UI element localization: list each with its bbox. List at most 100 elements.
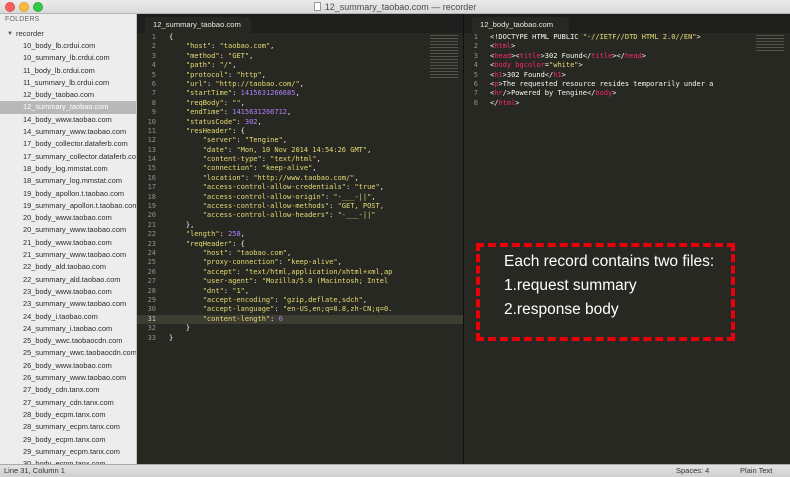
code-line[interactable]: 29 "accept-encoding": "gzip,deflate,sdch…: [137, 296, 463, 305]
code-line[interactable]: 12 "server": "Tengine",: [137, 136, 463, 145]
code-line[interactable]: 3 <head><title>302 Found</title></head>: [464, 52, 790, 61]
code-line[interactable]: 10 "statusCode": 302,: [137, 118, 463, 127]
sidebar-file-item[interactable]: 26_body_www.taobao.com: [0, 360, 136, 372]
code-line[interactable]: 23 "reqHeader": {: [137, 240, 463, 249]
sidebar-file-item[interactable]: 28_summary_ecpm.tanx.com: [0, 421, 136, 433]
code-line[interactable]: 3 "method": "GET",: [137, 52, 463, 61]
close-window-button[interactable]: [5, 2, 15, 12]
code-line[interactable]: 26 "accept": "text/html,application/xhtm…: [137, 268, 463, 277]
code-line[interactable]: 8 "reqBody": "",: [137, 99, 463, 108]
sidebar-file-item[interactable]: 10_summary_lb.crdui.com: [0, 52, 136, 64]
sidebar-file-item[interactable]: 29_body_ecpm.tanx.com: [0, 434, 136, 446]
sidebar-file-item[interactable]: 29_summary_ecpm.tanx.com: [0, 446, 136, 458]
code-line[interactable]: 15 "connection": "keep-alive",: [137, 164, 463, 173]
sidebar-file-item[interactable]: 17_summary_collector.dataferb.com: [0, 151, 136, 163]
sidebar-file-item[interactable]: 12_summary_taobao.com: [0, 101, 136, 114]
sidebar-file-item[interactable]: 21_summary_www.taobao.com: [0, 249, 136, 261]
sidebar-file-item[interactable]: 18_summary_log.mmstat.com: [0, 175, 136, 187]
code-token: "endTime": [185, 108, 224, 117]
code-line[interactable]: 19 "access-control-allow-methods": "GET,…: [137, 202, 463, 211]
minimize-window-button[interactable]: [19, 2, 29, 12]
sidebar-file-item[interactable]: 21_body_www.taobao.com: [0, 237, 136, 249]
code-token: "method": [185, 51, 220, 60]
sidebar-file-item[interactable]: 11_summary_lb.crdui.com: [0, 77, 136, 89]
code-line[interactable]: 4 "path": "/",: [137, 61, 463, 70]
code-line[interactable]: 9 "endTime": 1415631266712,: [137, 108, 463, 117]
code-line[interactable]: 2 "host": "taobao.com",: [137, 42, 463, 51]
minimap-right[interactable]: [756, 35, 784, 51]
code-line[interactable]: 28 "dnt": "1",: [137, 287, 463, 296]
sidebar-file-item[interactable]: 11_body_lb.crdui.com: [0, 65, 136, 77]
disclosure-arrow-icon[interactable]: ▼: [7, 31, 13, 37]
sidebar-file-item[interactable]: 25_summary_wwc.taobaocdn.com: [0, 347, 136, 359]
code-line[interactable]: 8 </html>: [464, 99, 790, 108]
sidebar-file-item[interactable]: 14_body_www.taobao.com: [0, 114, 136, 126]
code-token: >: [696, 33, 701, 41]
tab-summary-file[interactable]: 12_summary_taobao.com: [145, 17, 251, 33]
sidebar-file-item[interactable]: 23_summary_www.taobao.com: [0, 298, 136, 310]
code-line[interactable]: 5 "protocol": "http",: [137, 71, 463, 80]
editor-pane-left[interactable]: 12_summary_taobao.com 1{2 "host": "taoba…: [137, 14, 463, 464]
code-line[interactable]: 14 "content-type": "text/html",: [137, 155, 463, 164]
sidebar-file-item[interactable]: 23_body_www.taobao.com: [0, 286, 136, 298]
sidebar-file-item[interactable]: 25_body_wwc.taobaocdn.com: [0, 335, 136, 347]
code-line[interactable]: 21 },: [137, 221, 463, 230]
code-line[interactable]: 11 "resHeader": {: [137, 127, 463, 136]
code-line[interactable]: 4 <body bgcolor="white">: [464, 61, 790, 70]
sidebar-file-item[interactable]: 10_body_lb.crdui.com: [0, 40, 136, 52]
sidebar-file-item[interactable]: 18_body_log.mmstat.com: [0, 163, 136, 175]
line-number: 26: [147, 267, 156, 276]
code-token: :: [223, 286, 233, 295]
code-line[interactable]: 32 }: [137, 324, 463, 333]
code-line[interactable]: 24 "host": "taobao.com",: [137, 249, 463, 258]
code-line[interactable]: 1 <!DOCTYPE HTML PUBLIC "-//IETF//DTD HTM…: [464, 33, 790, 42]
code-line[interactable]: 5 <h1>302 Found</h1>: [464, 71, 790, 80]
code-line[interactable]: 30 "accept-language": "en-US,en;q=0.8,zh…: [137, 305, 463, 314]
code-line[interactable]: 27 "user-agent": "Mozilla/5.0 (Macintosh…: [137, 277, 463, 286]
code-text: <p>The requested resource resides tempor…: [490, 80, 713, 89]
code-token: "text/html": [270, 155, 317, 164]
code-line[interactable]: 18 "access-control-allow-origin": "-___-…: [137, 193, 463, 202]
code-line[interactable]: 20 "access-control-allow-headers": "-___…: [137, 211, 463, 220]
sidebar-file-item[interactable]: 24_summary_i.taobao.com: [0, 323, 136, 335]
indentation-setting[interactable]: Spaces: 4: [676, 465, 709, 477]
sidebar-file-item[interactable]: 14_summary_www.taobao.com: [0, 126, 136, 138]
sidebar-file-item[interactable]: 27_summary_cdn.tanx.com: [0, 397, 136, 409]
code-line[interactable]: 33}: [137, 334, 463, 343]
sidebar-file-item[interactable]: 19_body_apollon.t.taobao.com: [0, 188, 136, 200]
tab-body-file[interactable]: 12_body_taobao.com: [472, 17, 569, 33]
line-number: 5: [151, 70, 156, 79]
code-line[interactable]: 31 "content-length": 0: [137, 314, 463, 325]
code-line[interactable]: 6 "url": "http://taobao.com/",: [137, 80, 463, 89]
sidebar-file-item[interactable]: 28_body_ecpm.tanx.com: [0, 409, 136, 421]
sidebar-file-item[interactable]: 17_body_collector.dataferb.com: [0, 138, 136, 150]
code-text: }: [169, 324, 190, 333]
sidebar-file-item[interactable]: 19_summary_apollon.t.taobao.com: [0, 200, 136, 212]
code-line[interactable]: 6 <p>The requested resource resides tempo…: [464, 80, 790, 89]
syntax-selector[interactable]: Plain Text: [740, 465, 772, 477]
code-line[interactable]: 7 "startTime": 1415631266685,: [137, 89, 463, 98]
code-line[interactable]: 2 <html>: [464, 42, 790, 51]
code-editor-left[interactable]: 1{2 "host": "taobao.com", 3 "method": "GE…: [137, 33, 463, 464]
sidebar-file-item[interactable]: 24_body_i.taobao.com: [0, 311, 136, 323]
sidebar-file-item[interactable]: 26_summary_www.taobao.com: [0, 372, 136, 384]
sidebar-file-item[interactable]: 27_body_cdn.tanx.com: [0, 384, 136, 396]
code-line[interactable]: 25 "proxy-connection": "keep-alive",: [137, 258, 463, 267]
sidebar-file-item[interactable]: 12_body_taobao.com: [0, 89, 136, 101]
zoom-window-button[interactable]: [33, 2, 43, 12]
minimap-left[interactable]: [430, 35, 458, 80]
code-line[interactable]: 16 "location": "http://www.taobao.com/",: [137, 174, 463, 183]
code-line[interactable]: 7 <hr/>Powered by Tengine</body>: [464, 89, 790, 98]
code-line[interactable]: 1{: [137, 33, 463, 42]
code-line[interactable]: 22 "length": 258,: [137, 230, 463, 239]
annotation-box: Each record contains two files: 1.reques…: [476, 243, 735, 341]
sidebar-file-item[interactable]: 22_summary_ald.taobao.com: [0, 274, 136, 286]
sidebar-file-item[interactable]: 22_body_ald.taobao.com: [0, 261, 136, 273]
folder-recorder[interactable]: ▼ recorder: [0, 27, 136, 40]
editor-pane-right[interactable]: 12_body_taobao.com 1 <!DOCTYPE HTML PUBLI…: [464, 14, 790, 464]
sidebar-file-item[interactable]: 20_body_www.taobao.com: [0, 212, 136, 224]
code-line[interactable]: 17 "access-control-allow-credentials": "…: [137, 183, 463, 192]
sidebar-file-item[interactable]: 20_summary_www.taobao.com: [0, 224, 136, 236]
code-line[interactable]: 13 "date": "Mon, 10 Nov 2014 14:54:26 GM…: [137, 146, 463, 155]
